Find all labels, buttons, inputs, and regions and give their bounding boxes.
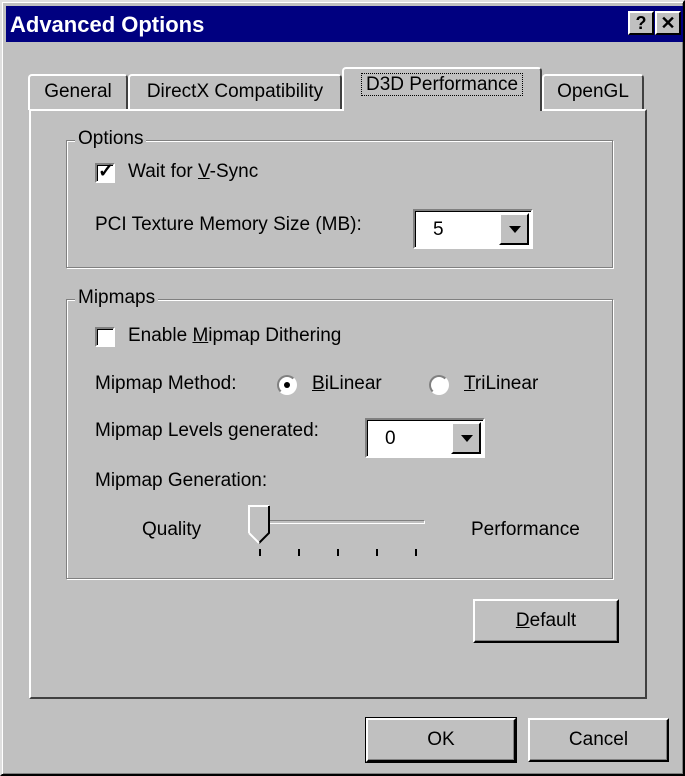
slider-tick — [415, 549, 417, 556]
options-group: Options ✓ Wait for V-Sync PCI Texture Me… — [66, 128, 613, 268]
mipmap-method-label: Mipmap Method: — [95, 373, 237, 394]
checkmark-icon: ✓ — [98, 161, 114, 182]
slider-performance-label: Performance — [471, 519, 580, 540]
vsync-checkbox[interactable]: ✓ — [95, 161, 115, 183]
radio-selected-dot — [284, 382, 290, 388]
tab-directx-compatibility[interactable]: DirectX Compatibility — [128, 74, 342, 110]
vsync-accel: V — [198, 161, 210, 182]
tab-opengl[interactable]: OpenGL — [542, 74, 644, 110]
slider-quality-label: Quality — [142, 519, 202, 540]
mipmaps-group: Mipmaps Enable Mipmap Dithering Mipmap M… — [66, 287, 613, 579]
slider-tick — [259, 549, 261, 556]
mipmap-levels-dropdown[interactable]: 0 — [365, 418, 485, 458]
advanced-options-dialog: Advanced Options ? ✕ General DirectX Com… — [0, 0, 685, 776]
mipmap-generation-slider-thumb[interactable] — [248, 505, 270, 545]
pci-memory-value: 5 — [433, 219, 444, 240]
tab-panel-d3d-performance: Options ✓ Wait for V-Sync PCI Texture Me… — [29, 109, 647, 699]
close-button[interactable]: ✕ — [655, 11, 681, 35]
trilinear-label[interactable]: TriLinear — [464, 373, 538, 395]
help-button[interactable]: ? — [628, 11, 654, 35]
tab-opengl-label: OpenGL — [557, 81, 629, 102]
tab-general-label: General — [44, 81, 112, 102]
chevron-down-icon[interactable] — [451, 422, 481, 454]
ok-button[interactable]: OK — [365, 717, 517, 763]
mipmap-generation-slider-track[interactable] — [255, 520, 425, 524]
chevron-down-icon[interactable] — [499, 213, 529, 245]
cancel-button[interactable]: Cancel — [528, 718, 669, 762]
slider-tick — [376, 549, 378, 556]
pci-memory-label: PCI Texture Memory Size (MB): — [95, 214, 362, 235]
default-button[interactable]: Default — [473, 599, 619, 643]
mipmap-generation-label: Mipmap Generation: — [95, 470, 268, 491]
mipmap-levels-value: 0 — [385, 428, 396, 449]
slider-tick — [298, 549, 300, 556]
trilinear-radio[interactable] — [429, 375, 449, 395]
mipmap-levels-label: Mipmap Levels generated: — [95, 420, 319, 441]
slider-tick — [337, 549, 339, 556]
mipmap-dithering-checkbox[interactable] — [95, 327, 115, 347]
mipmaps-group-legend: Mipmaps — [75, 287, 159, 309]
title-bar[interactable]: Advanced Options ? ✕ — [6, 6, 683, 42]
tab-directx-compatibility-label: DirectX Compatibility — [146, 81, 324, 102]
vsync-label[interactable]: Wait for V-Sync — [128, 161, 258, 183]
tab-d3d-performance-label: D3D Performance — [360, 73, 524, 96]
tab-d3d-performance[interactable]: D3D Performance — [342, 67, 542, 111]
pci-memory-dropdown[interactable]: 5 — [413, 209, 533, 249]
mipmap-dithering-label[interactable]: Enable Mipmap Dithering — [128, 325, 341, 347]
tab-general[interactable]: General — [28, 74, 128, 110]
options-group-legend: Options — [75, 128, 147, 150]
dialog-title: Advanced Options — [10, 12, 205, 37]
bilinear-label[interactable]: BiLinear — [312, 373, 382, 395]
bilinear-radio[interactable] — [277, 375, 297, 395]
dithering-accel: M — [192, 325, 209, 346]
